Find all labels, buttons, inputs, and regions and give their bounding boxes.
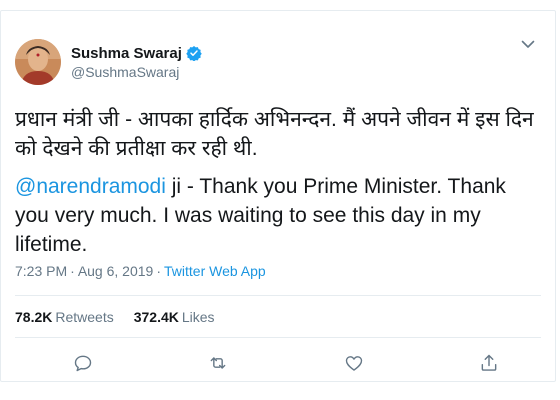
- reply-icon[interactable]: [71, 351, 95, 375]
- retweet-icon[interactable]: [206, 351, 230, 375]
- tweet-meta: 7:23 PM · Aug 6, 2019 · Twitter Web App: [15, 263, 266, 279]
- avatar[interactable]: [15, 39, 61, 85]
- tweet-time[interactable]: 7:23 PM: [15, 263, 67, 279]
- divider-top: [15, 295, 541, 296]
- name-row: Sushma Swaraj: [71, 45, 202, 62]
- tweet-text: प्रधान मंत्री जी - आपका हार्दिक अभिनन्दन…: [15, 105, 540, 259]
- share-icon[interactable]: [477, 351, 501, 375]
- like-icon[interactable]: [342, 351, 366, 375]
- tweet-stats: 78.2K Retweets 372.4K Likes: [15, 309, 235, 325]
- author-name[interactable]: Sushma Swaraj: [71, 45, 182, 62]
- retweets-label: Retweets: [55, 309, 114, 325]
- tweet-text-english: @narendramodi ji - Thank you Prime Minis…: [15, 172, 540, 259]
- tweet-text-hindi: प्रधान मंत्री जी - आपका हार्दिक अभिनन्दन…: [15, 108, 534, 160]
- tweet-source[interactable]: Twitter Web App: [164, 263, 266, 279]
- meta-separator: ·: [70, 263, 75, 279]
- tweet-date[interactable]: Aug 6, 2019: [78, 263, 154, 279]
- likes-count: 372.4K: [133, 309, 179, 325]
- verified-badge-icon: [186, 45, 202, 61]
- tweet-card: Sushma Swaraj @SushmaSwaraj प्रधान मंत्र…: [0, 10, 556, 382]
- retweets-count: 78.2K: [15, 309, 53, 325]
- chevron-down-icon[interactable]: [521, 39, 535, 49]
- likes-stat[interactable]: 372.4K Likes: [134, 309, 215, 325]
- meta-separator-2: ·: [156, 263, 161, 279]
- tweet-actions: [71, 351, 501, 375]
- author-names: Sushma Swaraj @SushmaSwaraj: [71, 45, 202, 80]
- author-handle[interactable]: @SushmaSwaraj: [71, 64, 202, 80]
- mention-link[interactable]: @narendramodi: [15, 175, 166, 198]
- divider-bottom: [15, 337, 541, 338]
- retweets-stat[interactable]: 78.2K Retweets: [15, 309, 114, 325]
- tweet-header: Sushma Swaraj @SushmaSwaraj: [15, 39, 202, 85]
- likes-label: Likes: [181, 309, 215, 325]
